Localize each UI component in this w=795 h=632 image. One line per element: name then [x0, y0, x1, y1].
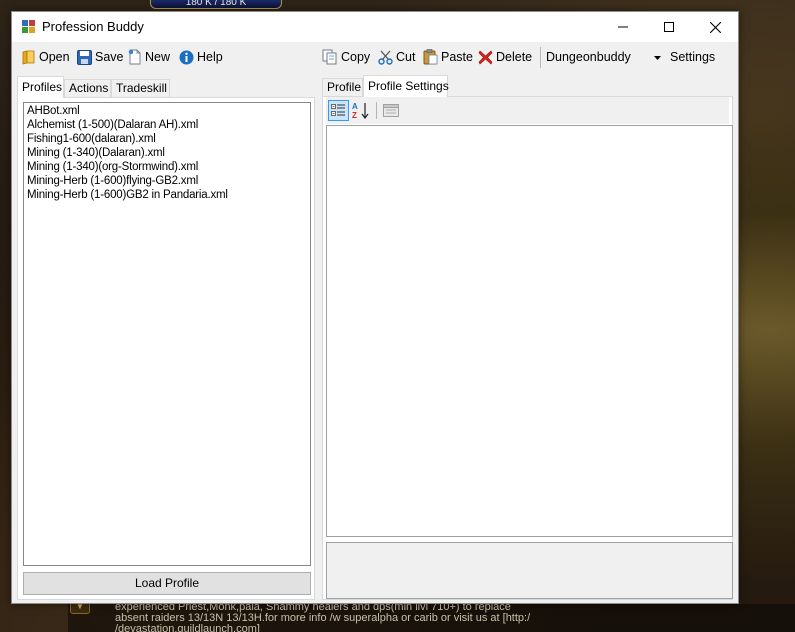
profile-settings-panel: A Z [322, 96, 733, 600]
load-profile-button[interactable]: Load Profile [23, 572, 311, 595]
sort-az-icon: A Z [352, 102, 368, 119]
paste-button[interactable]: Paste [423, 47, 473, 67]
delete-label: Delete [496, 50, 533, 64]
help-label: Help [197, 50, 223, 64]
list-item[interactable]: Mining-Herb (1-600)flying-GB2.xml [27, 174, 307, 188]
tab-profile[interactable]: Profile [322, 78, 363, 97]
profiles-panel: AHBot.xml Alchemist (1-500)(Dalaran AH).… [17, 97, 315, 600]
tab-tradeskill[interactable]: Tradeskill [111, 79, 170, 98]
minimize-button[interactable] [600, 12, 646, 42]
settings-label: Settings [670, 50, 716, 64]
open-label: Open [39, 50, 70, 64]
categorized-view-button[interactable] [328, 100, 349, 121]
main-toolbar: Open Save New Help Copy Cut Paste Delete… [12, 42, 738, 72]
maximize-icon [664, 22, 674, 32]
profession-buddy-window: Profession Buddy Open Save New Help Copy… [11, 11, 739, 604]
profile-selector-value: Dungeonbuddy [546, 50, 631, 64]
toolbar-separator [540, 47, 541, 68]
scissors-icon [378, 50, 393, 65]
tab-label: Tradeskill [116, 81, 167, 95]
chat-line: /devastation.guildlaunch.com] [115, 623, 260, 632]
window-title: Profession Buddy [42, 19, 144, 34]
maximize-button[interactable] [646, 12, 692, 42]
property-pages-icon [382, 104, 399, 117]
profile-list[interactable]: AHBot.xml Alchemist (1-500)(Dalaran AH).… [23, 102, 311, 566]
left-tab-strip: Profiles Actions Tradeskill [17, 76, 315, 98]
property-grid[interactable] [326, 125, 733, 537]
copy-button[interactable]: Copy [322, 47, 370, 67]
cut-button[interactable]: Cut [378, 47, 415, 67]
list-item[interactable]: Mining (1-340)(org-Stormwind).xml [27, 160, 307, 174]
property-grid-toolbar: A Z [326, 97, 729, 124]
property-pages-button[interactable] [380, 100, 401, 121]
svg-text:Z: Z [352, 111, 357, 119]
health-frame: 180 K / 180 K [150, 0, 282, 9]
tab-label: Profile Settings [368, 79, 449, 93]
tab-label: Profiles [22, 80, 63, 94]
tab-label: Actions [69, 81, 109, 95]
help-button[interactable]: Help [179, 47, 223, 67]
save-label: Save [95, 50, 124, 64]
tab-actions[interactable]: Actions [64, 79, 111, 98]
tab-profiles[interactable]: Profiles [17, 76, 64, 98]
categorized-list-icon [331, 104, 345, 116]
alphabetical-sort-button[interactable]: A Z [350, 100, 371, 121]
tab-label: Profile [327, 80, 362, 94]
copy-icon [322, 49, 337, 65]
red-x-icon [478, 50, 493, 64]
paste-label: Paste [441, 50, 473, 64]
app-icon [22, 20, 36, 34]
game-chat-log: experienced Priest,Monk,pala, Shammy hea… [115, 602, 715, 632]
floppy-disk-icon [77, 49, 92, 65]
minimize-icon [618, 26, 628, 28]
clipboard-icon [423, 49, 438, 65]
new-document-icon [128, 49, 141, 65]
list-item[interactable]: Mining (1-340)(Dalaran).xml [27, 146, 307, 160]
settings-button[interactable]: Settings [670, 47, 715, 67]
info-icon [179, 50, 194, 64]
close-icon [709, 21, 721, 33]
list-item[interactable]: Alchemist (1-500)(Dalaran AH).xml [27, 118, 307, 132]
property-description-pane [326, 542, 733, 599]
tab-profile-settings[interactable]: Profile Settings [363, 75, 449, 97]
list-item[interactable]: Fishing1-600(dalaran).xml [27, 132, 307, 146]
toolbar-separator [376, 102, 377, 119]
close-button[interactable] [692, 12, 738, 42]
health-text: 180 K / 180 K [185, 0, 247, 8]
list-item[interactable]: AHBot.xml [27, 104, 307, 118]
new-button[interactable]: New [128, 47, 170, 67]
right-tab-strip: Profile Profile Settings [322, 75, 733, 97]
folder-icon [22, 50, 35, 65]
delete-button[interactable]: Delete [478, 47, 532, 67]
title-bar[interactable]: Profession Buddy [12, 12, 738, 42]
open-button[interactable]: Open [22, 47, 70, 67]
list-item[interactable]: Mining-Herb (1-600)GB2 in Pandaria.xml [27, 188, 307, 202]
chevron-down-icon [650, 47, 664, 68]
cut-label: Cut [396, 50, 416, 64]
profile-selector-dropdown[interactable]: Dungeonbuddy [543, 47, 664, 68]
svg-text:A: A [352, 102, 358, 111]
copy-label: Copy [341, 50, 371, 64]
new-label: New [145, 50, 171, 64]
save-button[interactable]: Save [77, 47, 124, 67]
